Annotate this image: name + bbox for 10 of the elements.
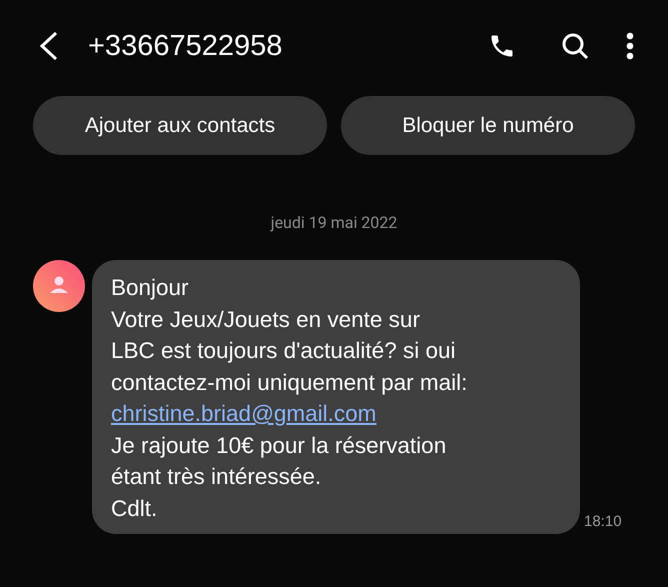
date-separator: jeudi 19 mai 2022 bbox=[269, 213, 398, 232]
search-icon[interactable] bbox=[560, 31, 590, 61]
action-button[interactable]: Ajouter aux contacts bbox=[33, 96, 327, 155]
avatar-icon bbox=[33, 260, 85, 312]
more-options-icon[interactable] bbox=[626, 32, 634, 60]
phone-number-title: +33667522958 bbox=[88, 30, 284, 62]
email-link[interactable]: christine.briad@gmail.com bbox=[111, 401, 376, 426]
message-text: Bonjour Votre Jeux/Jouets en vente sur LBC est toujours d'actualité? si oui contactez-moi uniquement par mail: christine.briad@gmail.com Je rajoute 10€ pour la réservation étant très intéressée. Cdlt. bbox=[111, 274, 468, 522]
action-button[interactable]: Bloquer le numéro bbox=[341, 96, 635, 155]
message-time: 18:10 bbox=[584, 513, 622, 530]
